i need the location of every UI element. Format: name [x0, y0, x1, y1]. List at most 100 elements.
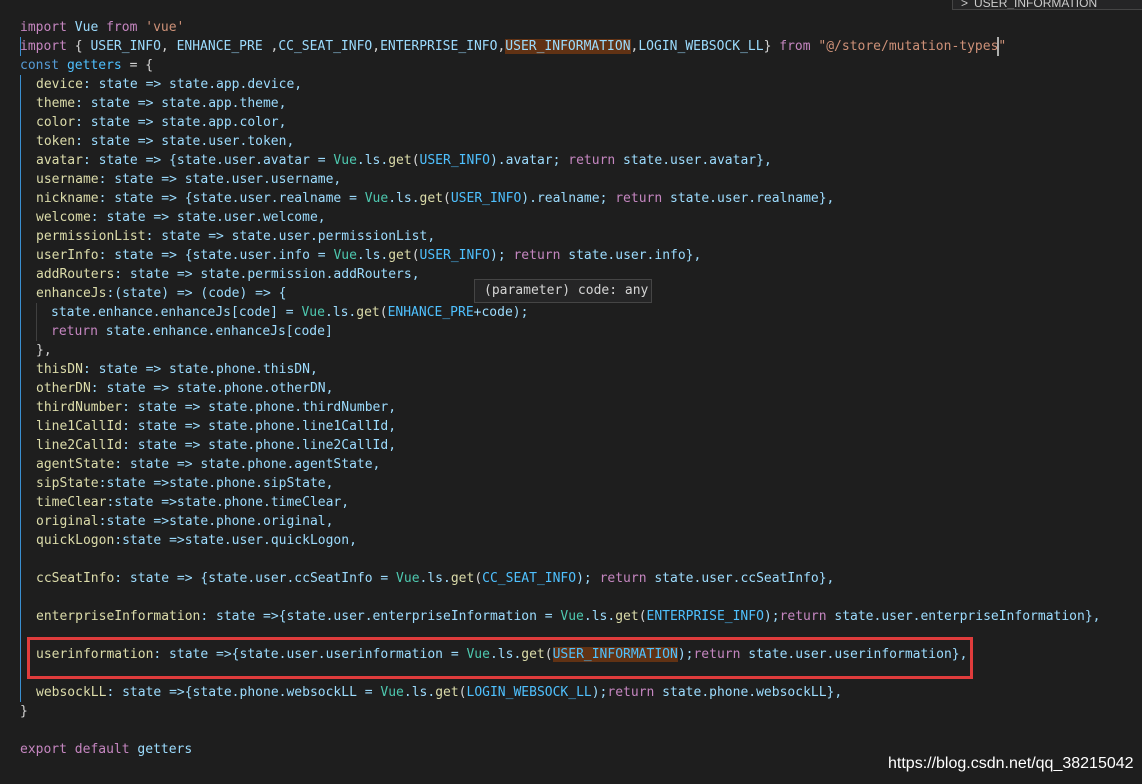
- property-key: enhanceJs: [36, 286, 107, 301]
- code-line-34[interactable]: export default getters: [20, 740, 192, 759]
- indent-guide: [36, 303, 37, 341]
- punctuation: }: [763, 39, 772, 54]
- code-text: );: [591, 685, 608, 700]
- code-line-8[interactable]: avatar: state => {state.user.avatar = Vu…: [36, 151, 772, 170]
- property-key: enterpriseInformation: [36, 609, 201, 624]
- property-key: line1CallId: [36, 419, 123, 434]
- keyword-from: from: [779, 39, 811, 54]
- code-text: : state => {state.user.info =: [98, 248, 334, 263]
- code-line-20[interactable]: otherDN: state => state.phone.otherDN,: [36, 379, 333, 398]
- code-line-16[interactable]: state.enhance.enhanceJs[code] = Vue.ls.g…: [51, 303, 528, 322]
- code-line-33[interactable]: }: [20, 702, 28, 721]
- constant: USER_INFO: [419, 248, 490, 263]
- punctuation: (: [379, 305, 388, 320]
- code-text: :state =>state.phone.original,: [98, 514, 334, 529]
- code-text: state.user.realname},: [662, 191, 835, 206]
- code-text: .ls.: [388, 191, 420, 206]
- method-name: get: [450, 571, 475, 586]
- code-text: :(state) => (code) => {: [106, 286, 287, 301]
- code-line-21[interactable]: thirdNumber: state => state.phone.thirdN…: [36, 398, 396, 417]
- code-text: state.user.ccSeatInfo},: [646, 571, 835, 586]
- code-line-18[interactable]: },: [36, 341, 52, 360]
- code-line-27[interactable]: original:state =>state.phone.original,: [36, 512, 333, 531]
- code-line-6[interactable]: color: state => state.app.color,: [36, 113, 286, 132]
- code-text: .ls.: [356, 248, 389, 263]
- code-text: : state => state.app.theme,: [75, 96, 287, 111]
- string-literal: 'vue': [145, 20, 185, 35]
- keyword-from: from: [106, 20, 138, 35]
- code-line-4[interactable]: device: state => state.app.device,: [36, 75, 302, 94]
- constant: USER_INFO: [450, 191, 522, 206]
- code-text: +code);: [473, 305, 529, 320]
- code-text: .ls.: [356, 153, 389, 168]
- code-line-32[interactable]: websockLL: state =>{state.phone.websockL…: [36, 683, 842, 702]
- code-text: : state => state.user.token,: [75, 134, 295, 149]
- property-key: websockLL: [36, 685, 107, 700]
- code-text: : state =>{state.user.enterpriseInformat…: [200, 609, 561, 624]
- code-line-28[interactable]: quickLogon:state =>state.user.quickLogon…: [36, 531, 357, 550]
- code-line-17[interactable]: return state.enhance.enhanceJs[code]: [51, 322, 333, 341]
- code-line-19[interactable]: thisDN: state => state.phone.thisDN,: [36, 360, 318, 379]
- code-text: : state => state.app.color,: [75, 115, 287, 130]
- code-line-2[interactable]: import { USER_INFO, ENHANCE_PRE ,CC_SEAT…: [20, 37, 1006, 56]
- code-line-11[interactable]: welcome: state => state.user.welcome,: [36, 208, 326, 227]
- code-line-14[interactable]: addRouters: state => state.permission.ad…: [36, 265, 420, 284]
- code-text: .ls.: [403, 685, 436, 700]
- property-key: username: [36, 172, 99, 187]
- keyword-default: default: [74, 742, 130, 757]
- constant: LOGIN_WEBSOCK_LL: [466, 685, 592, 700]
- punctuation: (: [411, 248, 420, 263]
- search-match-highlight: USER_INFORMATION: [505, 39, 631, 54]
- punctuation: (: [411, 153, 420, 168]
- property-key: agentState: [36, 457, 115, 472]
- method-name: get: [435, 685, 459, 700]
- code-text: : state => state.user.username,: [98, 172, 342, 187]
- punctuation: ,: [372, 39, 381, 54]
- code-line-10[interactable]: nickname: state => {state.user.realname …: [36, 189, 834, 208]
- find-widget[interactable]: > USER_INFORMATION: [952, 0, 1142, 10]
- constant: ENHANCE_PRE: [387, 305, 474, 320]
- code-line-26[interactable]: timeClear:state =>state.phone.timeClear,: [36, 493, 349, 512]
- hover-tooltip: (parameter) code: any: [474, 279, 652, 303]
- property-key: theme: [36, 96, 76, 111]
- code-text: state.user.enterpriseInformation},: [826, 609, 1101, 624]
- code-text: );: [490, 248, 514, 263]
- code-line-9[interactable]: username: state => state.user.username,: [36, 170, 341, 189]
- code-line-3[interactable]: const getters = {: [20, 56, 153, 75]
- code-line-12[interactable]: permissionList: state => state.user.perm…: [36, 227, 435, 246]
- keyword-import: import: [20, 20, 67, 35]
- code-line-7[interactable]: token: state => state.user.token,: [36, 132, 294, 151]
- property-key: quickLogon: [36, 533, 115, 548]
- chevron-right-icon[interactable]: >: [961, 0, 968, 9]
- code-line-15[interactable]: enhanceJs:(state) => (code) => {: [36, 284, 286, 303]
- code-text: );: [763, 609, 780, 624]
- code-line-22[interactable]: line1CallId: state => state.phone.line1C…: [36, 417, 396, 436]
- code-line-1[interactable]: import Vue from 'vue': [20, 18, 184, 37]
- punctuation: (: [443, 191, 451, 206]
- constant: USER_INFO: [419, 153, 490, 168]
- code-text: : state => state.phone.line2CallId,: [122, 438, 397, 453]
- text-cursor: [997, 37, 999, 56]
- class-name: Vue: [396, 571, 420, 586]
- code-line-30[interactable]: enterpriseInformation: state =>{state.us…: [36, 607, 1100, 626]
- code-text: : state => state.user.permissionList,: [145, 229, 436, 244]
- code-line-29[interactable]: ccSeatInfo: state => {state.user.ccSeatI…: [36, 569, 834, 588]
- block-indent-guide: [20, 75, 21, 702]
- string-literal: "@/store/mutation-types": [818, 39, 1007, 54]
- find-input[interactable]: USER_INFORMATION: [974, 0, 1097, 9]
- code-text: : state => {state.user.ccSeatInfo =: [114, 571, 397, 586]
- code-line-23[interactable]: line2CallId: state => state.phone.line2C…: [36, 436, 396, 455]
- code-line-24[interactable]: agentState: state => state.phone.agentSt…: [36, 455, 380, 474]
- keyword-import: import: [20, 39, 67, 54]
- class-name: Vue: [333, 153, 357, 168]
- class-name: Vue: [560, 609, 584, 624]
- code-text: state.enhance.enhanceJs[code]: [97, 324, 333, 339]
- keyword-return: return: [779, 609, 827, 624]
- code-text: ).avatar;: [489, 153, 569, 168]
- code-text: :state =>state.phone.timeClear,: [106, 495, 350, 510]
- code-line-13[interactable]: userInfo: state => {state.user.info = Vu…: [36, 246, 701, 265]
- code-line-5[interactable]: theme: state => state.app.theme,: [36, 94, 286, 113]
- keyword-return: return: [568, 153, 616, 168]
- code-text: );: [576, 571, 600, 586]
- code-line-25[interactable]: sipState:state =>state.phone.sipState,: [36, 474, 333, 493]
